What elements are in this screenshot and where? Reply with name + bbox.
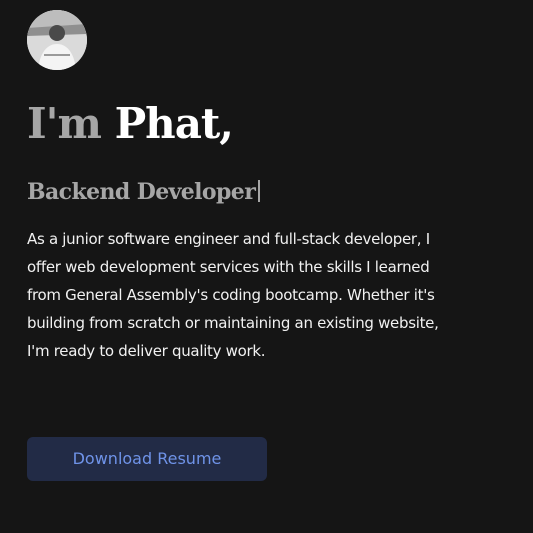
typing-cursor	[258, 180, 261, 202]
hero-headline: I'm Phat,	[27, 94, 234, 154]
name-text: Phat,	[114, 99, 234, 148]
role-text: Backend Developer	[27, 179, 256, 205]
download-resume-button[interactable]: Download Resume	[27, 437, 267, 481]
greeting-text: I'm	[27, 99, 102, 148]
role-title: Backend Developer	[27, 176, 261, 208]
avatar	[27, 10, 87, 70]
bio-paragraph: As a junior software engineer and full-s…	[27, 230, 439, 360]
profile-photo-icon	[27, 10, 87, 70]
